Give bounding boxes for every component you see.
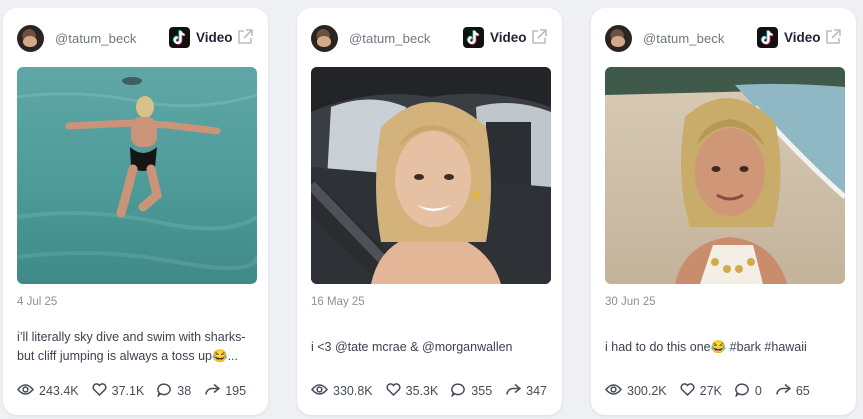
comments-stat: 355: [451, 382, 493, 400]
comments-count: 0: [754, 384, 762, 398]
post-caption: i’ll literally sky dive and swim with sh…: [17, 330, 246, 363]
shares-count: 347: [526, 384, 548, 398]
tiktok-icon: [169, 27, 190, 48]
post-thumbnail[interactable]: [311, 67, 551, 284]
comment-icon: [451, 382, 471, 400]
likes-stat: 37.1K: [92, 383, 145, 399]
share-icon: [505, 383, 526, 399]
post-card[interactable]: @tatum_beck Video: [297, 8, 562, 415]
author-handle[interactable]: @tatum_beck: [349, 31, 431, 46]
post-date: 30 Jun 25: [605, 296, 656, 308]
post-stats: 300.2K 27K 0 65: [605, 382, 823, 400]
comments-stat: 0: [734, 382, 762, 400]
avatar[interactable]: [605, 25, 632, 52]
share-icon: [775, 383, 796, 399]
shares-count: 65: [795, 384, 810, 398]
content-type-label: Video: [490, 30, 527, 45]
post-card[interactable]: @tatum_beck Video: [591, 8, 856, 415]
views-stat: 243.4K: [17, 383, 79, 399]
author-handle[interactable]: @tatum_beck: [643, 31, 725, 46]
shares-count: 195: [225, 384, 247, 398]
likes-count: 35.3K: [405, 384, 439, 398]
views-stat: 300.2K: [605, 383, 667, 399]
post-date: 4 Jul 25: [17, 296, 58, 308]
heart-icon: [386, 383, 406, 399]
post-stats: 330.8K 35.3K 355 347: [311, 382, 560, 400]
views-count: 330.8K: [333, 384, 373, 398]
likes-count: 27K: [699, 384, 722, 398]
heart-icon: [680, 383, 700, 399]
post-caption: i <3 @tate mcrae & @morganwallen: [311, 340, 513, 354]
external-link-icon[interactable]: [530, 28, 548, 46]
heart-icon: [92, 383, 112, 399]
eye-icon: [17, 383, 39, 399]
likes-stat: 35.3K: [386, 383, 439, 399]
avatar[interactable]: [311, 25, 338, 52]
comment-icon: [157, 382, 177, 400]
avatar[interactable]: [17, 25, 44, 52]
post-thumbnail[interactable]: [605, 67, 845, 284]
post-card[interactable]: @tatum_beck Video: [3, 8, 268, 415]
card-header: @tatum_beck Video: [605, 24, 844, 54]
content-type-label: Video: [196, 30, 233, 45]
tiktok-icon: [463, 27, 484, 48]
likes-count: 37.1K: [111, 384, 145, 398]
comment-icon: [734, 382, 755, 400]
content-type-label: Video: [784, 30, 821, 45]
comments-count: 38: [177, 384, 192, 398]
views-count: 300.2K: [627, 384, 667, 398]
eye-icon: [311, 383, 333, 399]
tiktok-icon: [757, 27, 778, 48]
post-thumbnail[interactable]: [17, 67, 257, 284]
comments-stat: 38: [157, 382, 192, 400]
share-icon: [204, 383, 225, 399]
likes-stat: 27K: [680, 383, 722, 399]
eye-icon: [605, 383, 627, 399]
card-header: @tatum_beck Video: [311, 24, 550, 54]
external-link-icon[interactable]: [824, 28, 842, 46]
views-count: 243.4K: [39, 384, 79, 398]
shares-stat: 347: [505, 383, 547, 399]
external-link-icon[interactable]: [236, 28, 254, 46]
post-caption: i had to do this one😂 #bark #hawaii: [605, 340, 807, 354]
post-date: 16 May 25: [311, 296, 365, 308]
author-handle[interactable]: @tatum_beck: [55, 31, 137, 46]
shares-stat: 65: [775, 383, 810, 399]
comments-count: 355: [471, 384, 493, 398]
post-stats: 243.4K 37.1K 38 195: [17, 382, 259, 400]
card-header: @tatum_beck Video: [17, 24, 256, 54]
views-stat: 330.8K: [311, 383, 373, 399]
shares-stat: 195: [204, 383, 246, 399]
